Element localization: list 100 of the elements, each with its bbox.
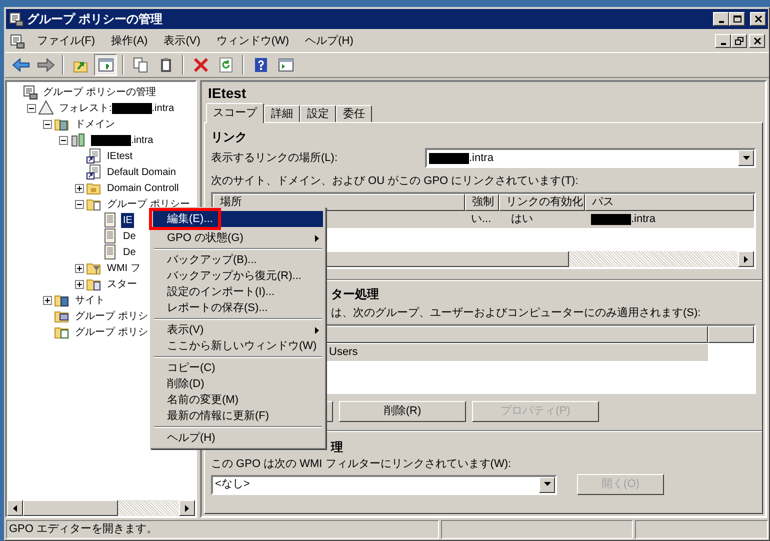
tree-item-label[interactable]: IEtest — [105, 148, 135, 164]
context-menu-item[interactable]: 名前の変更(M) — [153, 392, 323, 408]
restore-icon — [734, 37, 744, 45]
combobox-value: .intra — [469, 150, 494, 166]
tree-item-label[interactable]: グループ ポリシーの管理 — [41, 84, 158, 100]
maximize-button[interactable] — [729, 12, 745, 26]
context-menu-item[interactable]: 設定のインポート(I)... — [153, 284, 323, 300]
tree-item-label[interactable]: スター — [105, 276, 139, 292]
section-heading: 理 — [331, 439, 343, 456]
context-menu-item[interactable]: コピー(C) — [153, 360, 323, 376]
tree-item-label[interactable]: ドメイン — [73, 116, 117, 132]
tab[interactable]: 委任 — [336, 105, 372, 122]
menu-item-label: 編集(E)... — [167, 212, 213, 227]
location-combobox[interactable]: .intra — [425, 148, 756, 168]
down-arrow-icon — [742, 154, 750, 162]
minimize-button[interactable] — [713, 12, 729, 26]
menu-item[interactable]: 表示(V) — [156, 32, 208, 50]
context-menu-item[interactable]: 編集(E)... — [153, 211, 323, 227]
column-header[interactable]: パス — [585, 194, 754, 211]
column-header[interactable] — [708, 326, 754, 343]
collapse-toggle[interactable] — [59, 136, 68, 144]
tree-item-label[interactable]: サイト — [73, 292, 107, 308]
minimize-button[interactable] — [715, 34, 731, 48]
list-row[interactable]: Users — [327, 344, 708, 361]
tree-item-label[interactable]: .intra — [89, 132, 156, 148]
menu-item-label: 表示(V) — [167, 323, 204, 338]
tab[interactable]: スコープ — [206, 103, 264, 123]
collapse-toggle[interactable] — [75, 200, 84, 208]
tree-item-label[interactable]: フォレスト: .intra — [57, 100, 176, 116]
push-button[interactable]: 削除(R) — [339, 401, 466, 422]
expand-toggle[interactable] — [75, 264, 84, 272]
close-icon — [752, 37, 762, 45]
tab[interactable]: 詳細 — [264, 105, 300, 122]
horizontal-scrollbar[interactable] — [7, 500, 195, 516]
menu-item[interactable]: 操作(A) — [103, 32, 156, 50]
scroll-icon — [102, 228, 118, 244]
tree-item-label[interactable]: De — [121, 244, 138, 260]
context-menu-item[interactable]: バックアップから復元(R)... — [153, 268, 323, 284]
linked-document-icon — [86, 164, 102, 180]
menu-item-label: バックアップ(B)... — [167, 252, 257, 268]
context-menu-item[interactable]: 最新の情報に更新(F) — [153, 408, 323, 424]
tree-item-label[interactable]: Default Domain — [105, 164, 178, 180]
context-menu-item[interactable]: バックアップ(B)... — [153, 252, 323, 268]
context-menu-item[interactable]: GPO の状態(G) — [153, 230, 323, 246]
pane-icon — [98, 57, 114, 73]
scroll-icon — [102, 212, 118, 228]
console-icon — [8, 11, 24, 27]
tree-item-label[interactable]: グループ ポリシ — [73, 324, 150, 340]
menu-item[interactable]: ファイル(F) — [29, 32, 104, 50]
field-label: この GPO は次の WMI フィルターにリンクされています(W): — [211, 457, 512, 472]
scroll-icon — [102, 244, 118, 260]
tree-item-label[interactable]: WMI フ — [105, 260, 142, 276]
left-arrow-icon — [12, 57, 30, 73]
column-header[interactable]: リンクの有効化 — [499, 194, 585, 211]
close-button[interactable] — [750, 12, 766, 26]
table-cell-text: はい — [510, 212, 534, 228]
submenu-arrow-icon — [315, 326, 319, 334]
menu-item-label: 設定のインポート(I)... — [167, 284, 275, 300]
menu-item-label: 最新の情報に更新(F) — [167, 408, 270, 424]
maximize-icon — [732, 15, 742, 23]
table-cell-text: .intra — [631, 212, 656, 228]
expand-toggle[interactable] — [75, 280, 84, 288]
context-menu-item[interactable]: ヘルプ(H) — [153, 430, 323, 446]
tree-item-label[interactable]: IE — [121, 212, 134, 228]
tree-item-label[interactable]: Domain Controll — [105, 180, 181, 196]
highlight-frame — [149, 208, 221, 230]
menu-item[interactable]: ウィンドウ(W) — [208, 32, 298, 50]
menu-item-label: バックアップから復元(R)... — [167, 268, 302, 284]
context-menu-item[interactable]: 削除(D) — [153, 376, 323, 392]
refresh-icon — [218, 57, 234, 73]
tree-item-label[interactable]: グループ ポリシ — [73, 308, 150, 324]
tree-toggle-button[interactable] — [94, 54, 117, 76]
left-arrow-icon — [10, 504, 20, 512]
section-heading: ター処理 — [331, 286, 379, 303]
table-cell-text: い... — [470, 212, 492, 228]
redaction-bar — [429, 152, 469, 164]
menu-item[interactable]: ヘルプ(H) — [297, 32, 362, 50]
menu-item-label: GPO の状態(G) — [167, 231, 244, 246]
field-label: 表示するリンクの場所(L): — [211, 150, 338, 166]
server-icon — [70, 132, 86, 148]
triangle-icon — [38, 100, 54, 116]
list-label: 次のサイト、ドメイン、および OU がこの GPO にリンクされています(T): — [211, 174, 580, 188]
collapse-toggle[interactable] — [43, 120, 52, 128]
tree-item-label[interactable]: De — [121, 228, 138, 244]
close-button[interactable] — [749, 34, 765, 48]
expand-toggle[interactable] — [75, 184, 84, 192]
right-arrow-icon — [36, 57, 54, 73]
menu-item-label: レポートの保存(S)... — [167, 301, 268, 316]
context-menu-item[interactable]: 表示(V) — [153, 322, 323, 338]
context-menu-item[interactable]: レポートの保存(S)... — [153, 300, 323, 316]
gpo-title: IEtest — [207, 84, 248, 102]
menu-item-label: 削除(D) — [167, 377, 204, 392]
list-label: は、次のグループ、ユーザーおよびコンピューターにのみ適用されます(S): — [331, 306, 701, 321]
collapse-toggle[interactable] — [27, 104, 36, 112]
restore-button[interactable] — [731, 34, 747, 48]
tab[interactable]: 設定 — [300, 105, 336, 122]
column-header[interactable]: 強制 — [465, 194, 499, 211]
wmi-filter-combobox[interactable]: <なし> — [211, 474, 557, 494]
redaction-bar — [591, 214, 631, 225]
expand-toggle[interactable] — [43, 296, 52, 304]
